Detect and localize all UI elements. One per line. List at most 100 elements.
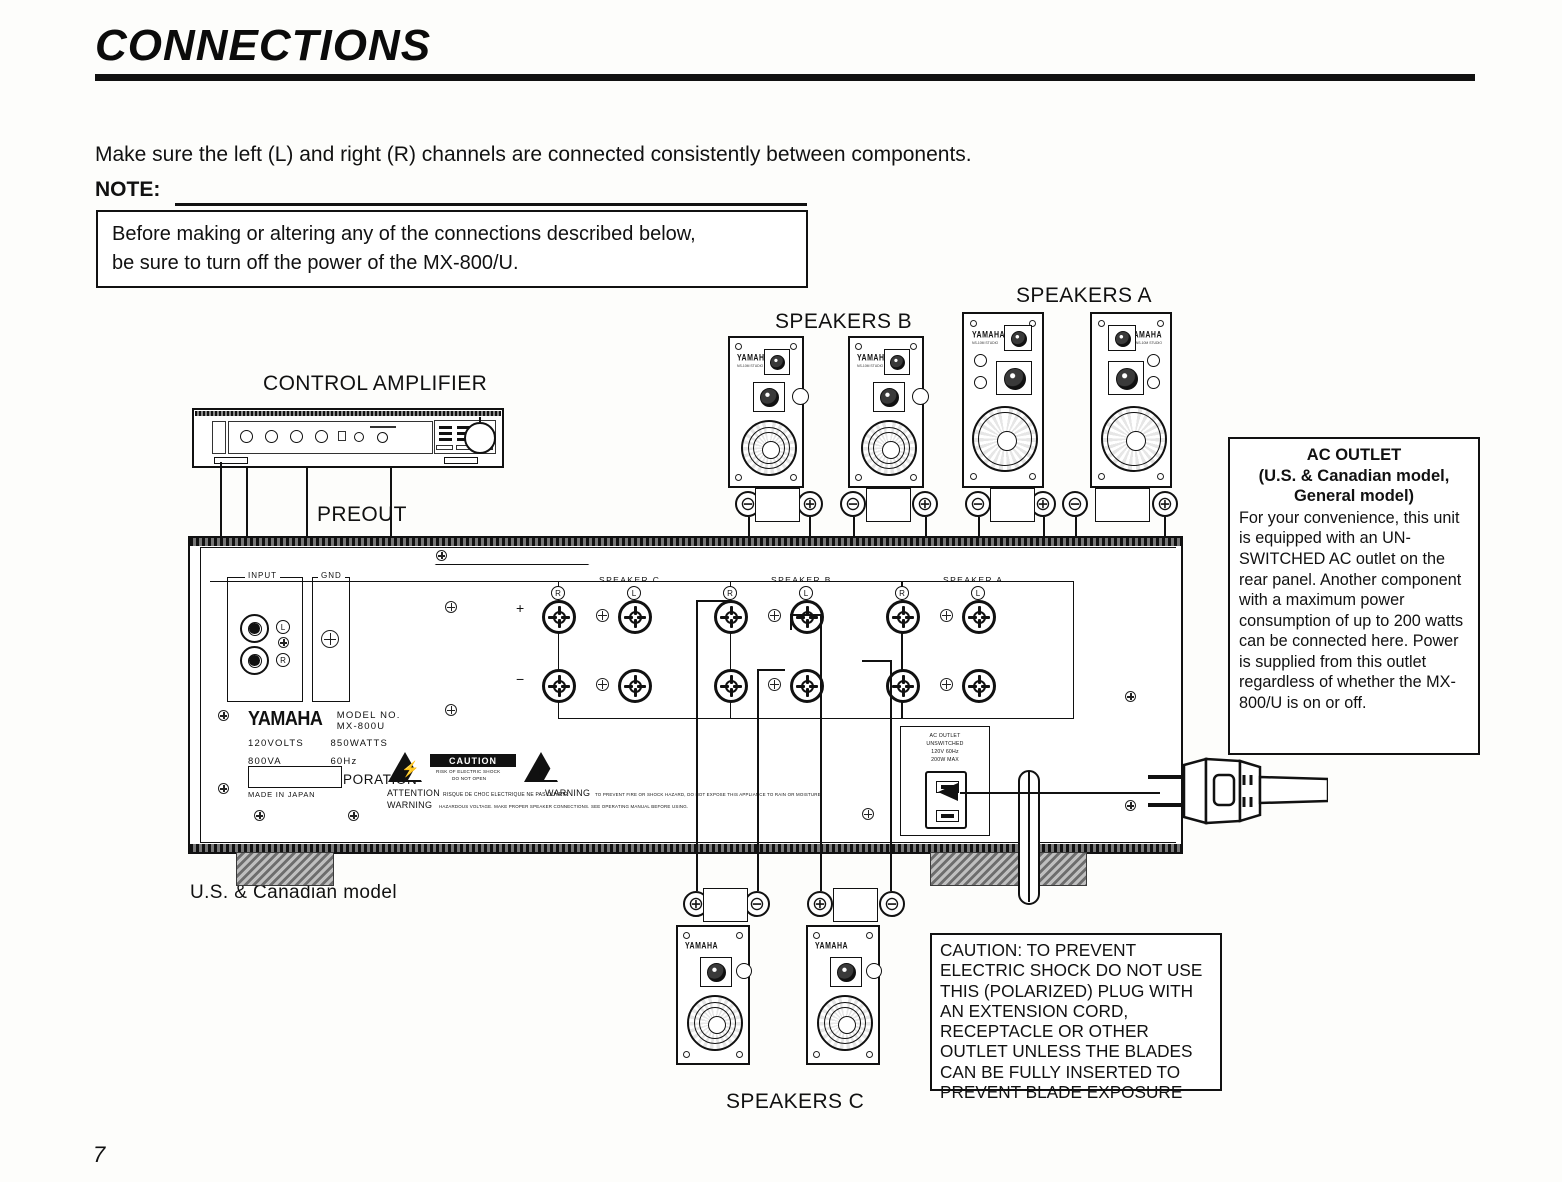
screw-icon: [970, 320, 977, 327]
speaker-a-r-plus-binding-post[interactable]: [886, 600, 920, 634]
note-underline: [175, 203, 807, 206]
speaker-c-right: YAMAHA: [676, 925, 752, 1065]
wire-c-l-minus-h: [862, 660, 890, 662]
ac-outlet-note-box: AC OUTLET (U.S. & Canadian model, Genera…: [1228, 437, 1480, 755]
title-underline: [95, 74, 1475, 81]
model-no: MX-800U: [336, 721, 386, 732]
tweeter: [764, 349, 790, 375]
woofer: [741, 420, 797, 476]
panel-top-edge: [190, 538, 1181, 546]
panel-ac-line-3: 120V 60Hz: [931, 749, 959, 755]
port-lower: [974, 376, 987, 389]
speaker-c-l-minus-binding-post[interactable]: [618, 669, 652, 703]
screw-icon: [445, 704, 457, 716]
speaker-b-right-plus: ⊕: [797, 491, 823, 517]
speaker-b-r-label: R: [723, 586, 737, 600]
attention-label: ATTENTION: [387, 788, 441, 798]
preout-lead-b: [390, 468, 392, 538]
ac-outlet-heading-3: General model): [1293, 487, 1415, 506]
manual-page: CONNECTIONS Make sure the left (L) and r…: [0, 0, 1562, 1182]
wire-c-r-minus-h: [757, 669, 785, 671]
speaker-a-l-plus-binding-post[interactable]: [962, 600, 996, 634]
wire-c-l-plus-stub: [790, 614, 792, 630]
amplifier-heatsink: [1035, 852, 1087, 886]
bass-port: [866, 963, 882, 979]
input-section: [227, 577, 303, 702]
screw-icon: [736, 932, 743, 939]
screw-icon: [445, 601, 457, 613]
gnd-label: GND: [318, 571, 345, 580]
speaker-brand-sub: NS-10M STUDIO: [1135, 341, 1162, 345]
speaker-b-l-minus-binding-post[interactable]: [790, 669, 824, 703]
note-label: NOTE:: [95, 178, 165, 202]
serial-plate: [248, 766, 342, 788]
bass-port: [736, 963, 752, 979]
input-jack-r-label: R: [276, 653, 290, 667]
speaker-c-right-terminal-plate: [703, 888, 748, 922]
speaker-a-right: YAMAHA NS-10M STUDIO: [962, 312, 1044, 488]
woofer: [687, 995, 743, 1051]
screw-icon: [348, 810, 359, 821]
screw-icon: [436, 550, 447, 561]
warning-label-1: WARNING: [545, 788, 591, 798]
amplifier-foot-left: [236, 852, 334, 886]
speaker-b-r-minus-binding-post[interactable]: [714, 669, 748, 703]
panel-ac-line-4: 200W MAX: [931, 757, 959, 763]
port-upper: [974, 354, 987, 367]
page-header: CONNECTIONS: [95, 24, 1475, 81]
ac-outlet-heading-1: AC OUTLET: [1306, 446, 1402, 464]
model-no-label: MODEL NO.: [336, 710, 401, 721]
screw-icon: [596, 678, 609, 691]
speaker-c-r-minus-binding-post[interactable]: [542, 669, 576, 703]
intro-paragraph: Make sure the left (L) and right (R) cha…: [95, 143, 972, 166]
speaker-c-l-plus-binding-post[interactable]: [618, 600, 652, 634]
screw-icon: [735, 474, 742, 481]
speaker-brand-logo: YAMAHA: [815, 942, 849, 951]
speaker-b-r-plus-binding-post[interactable]: [714, 600, 748, 634]
wire-c-l-plus-h: [790, 614, 820, 616]
speakers-c-caption: SPEAKERS C: [726, 1090, 865, 1113]
screw-icon: [218, 783, 229, 794]
input-label: INPUT: [245, 571, 280, 580]
rating-watts: 850WATTS: [330, 738, 389, 749]
screw-icon: [768, 609, 781, 622]
tweeter: [1108, 325, 1136, 351]
speaker-a-left: YAMAHA NS-10M STUDIO: [1090, 312, 1172, 488]
ac-slot-lower: [936, 810, 959, 822]
screw-icon: [790, 474, 797, 481]
panel-ac-line-2: UNSWITCHED: [926, 741, 964, 747]
speaker-brand-logo: YAMAHA: [972, 331, 1006, 340]
speaker-b-l-plus-binding-post[interactable]: [790, 600, 824, 634]
speaker-a-left-plus: ⊕: [1152, 491, 1178, 517]
speaker-a-r-label: R: [895, 586, 909, 600]
rating-brand: YAMAHA: [248, 706, 323, 730]
screw-icon: [1157, 320, 1164, 327]
terminal-row-plus: +: [516, 600, 525, 616]
screw-icon: [736, 1051, 743, 1058]
screw-icon: [790, 343, 797, 350]
warning-label-2: WARNING: [387, 800, 433, 810]
gnd-terminal: [321, 630, 339, 648]
amplifier-foot-right: [930, 852, 1028, 886]
page-number: 7: [93, 1142, 106, 1167]
exclamation-glyph: !: [538, 763, 543, 778]
caution-plug-note-box: CAUTION: TO PREVENT ELECTRIC SHOCK DO NO…: [930, 933, 1222, 1102]
screw-icon: [1098, 320, 1105, 327]
screw-icon: [940, 609, 953, 622]
port-upper: [1147, 354, 1160, 367]
screw-icon: [1125, 800, 1136, 811]
speaker-b-right: YAMAHA NS-10M STUDIO: [728, 336, 809, 488]
speaker-a-l-minus-binding-post[interactable]: [962, 669, 996, 703]
port-lower: [1147, 376, 1160, 389]
speaker-b-right-terminal-plate: [755, 488, 800, 522]
speaker-c-r-plus-binding-post[interactable]: [542, 600, 576, 634]
caution-plug-body: CAUTION: TO PREVENT ELECTRIC SHOCK DO NO…: [940, 940, 1203, 1103]
midrange-driver: [1108, 361, 1144, 395]
tweeter: [1004, 325, 1032, 351]
wire-b-r-minus: [748, 517, 750, 538]
note-line-1: Before making or altering any of the con…: [112, 223, 696, 245]
control-amplifier-illustration: [192, 408, 504, 468]
caution-line-1: RISK OF ELECTRIC SHOCK: [436, 769, 501, 774]
tweeter: [884, 349, 910, 375]
input-jack-l-label: L: [276, 620, 290, 634]
